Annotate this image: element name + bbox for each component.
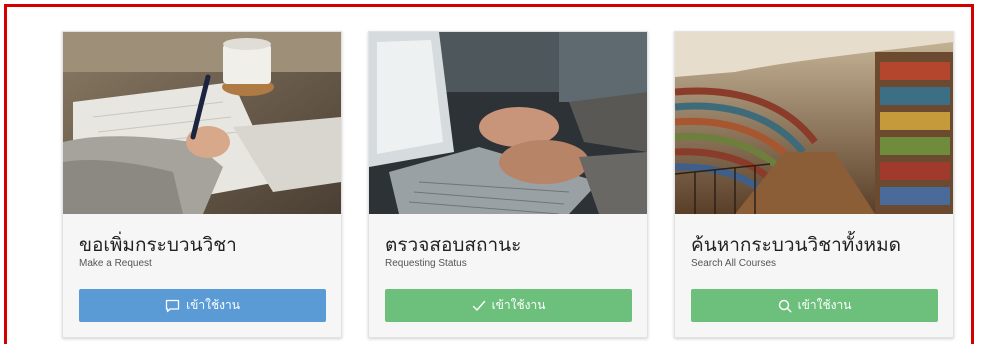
card-subtitle: Search All Courses — [691, 258, 777, 269]
search-icon — [778, 299, 792, 313]
laptop-typing-image — [369, 32, 647, 214]
card-search-all-courses: ค้นหากระบวนวิชาทั้งหมด Search All Course… — [674, 31, 954, 338]
requesting-status-button[interactable]: เข้าใช้งาน — [385, 289, 632, 322]
make-request-button[interactable]: เข้าใช้งาน — [79, 289, 326, 322]
chat-bubble-icon — [165, 299, 180, 313]
card-subtitle: Requesting Status — [385, 258, 467, 269]
writing-notebook-image — [63, 32, 341, 214]
checkmark-icon — [472, 300, 486, 312]
card-title: ค้นหากระบวนวิชาทั้งหมด — [691, 234, 901, 256]
search-all-courses-button[interactable]: เข้าใช้งาน — [691, 289, 938, 322]
card-title: ตรวจสอบสถานะ — [385, 234, 522, 256]
library-bookshelves-image — [675, 32, 953, 214]
highlight-frame: ขอเพิ่มกระบวนวิชา Make a Request เข้าใช้… — [4, 4, 974, 344]
card-subtitle: Make a Request — [79, 258, 152, 269]
card-title: ขอเพิ่มกระบวนวิชา — [79, 234, 237, 256]
button-label: เข้าใช้งาน — [491, 298, 546, 312]
card-requesting-status: ตรวจสอบสถานะ Requesting Status เข้าใช้งา… — [368, 31, 648, 338]
card-make-request: ขอเพิ่มกระบวนวิชา Make a Request เข้าใช้… — [62, 31, 342, 338]
button-label: เข้าใช้งาน — [186, 298, 240, 312]
button-label: เข้าใช้งาน — [797, 298, 852, 312]
